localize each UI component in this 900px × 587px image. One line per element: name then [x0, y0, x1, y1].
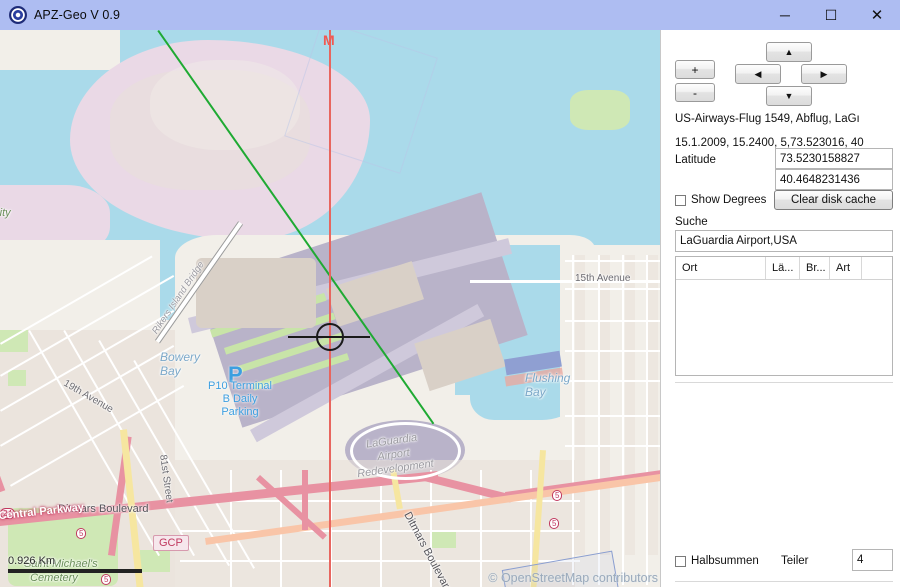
map-label-security: rity — [0, 207, 11, 219]
halbsummen-box[interactable] — [675, 555, 686, 567]
teiler-label: Teiler — [781, 555, 809, 567]
close-button[interactable]: ✕ — [854, 0, 900, 30]
results-col-ort[interactable]: Ort — [676, 257, 766, 279]
pan-right-button[interactable]: ▶ — [801, 64, 847, 84]
parking-line-3: Parking — [221, 406, 259, 418]
app-window: APZ-Geo V 0.9 ─ ☐ ✕ 24 5 5 5 5 GCP Riker… — [0, 0, 900, 587]
crosshair-icon — [316, 323, 344, 351]
gcp-badge: GCP — [153, 535, 189, 551]
teiler-input[interactable]: 4 — [852, 549, 893, 571]
results-col-laenge[interactable]: Lä... — [766, 257, 800, 279]
zoom-out-button[interactable]: - — [675, 83, 715, 102]
divider-top — [675, 382, 893, 383]
results-header-row: Ort Lä... Br... Art — [676, 257, 892, 280]
search-results-table[interactable]: Ort Lä... Br... Art — [675, 256, 893, 376]
parking-line-2: B Daily — [222, 393, 258, 405]
window-title: APZ-Geo V 0.9 — [34, 8, 121, 22]
map-scale-label: 0.926 Km — [8, 555, 56, 567]
map-canvas[interactable]: 24 5 5 43 5 5 GCP Rikers Island Bridge B… — [0, 30, 660, 587]
map-attribution: © OpenStreetMap contributors — [488, 571, 658, 585]
pan-up-button[interactable]: ▲ — [766, 42, 812, 62]
results-col-extra[interactable] — [862, 257, 892, 279]
flight-info-line: US-Airways-Flug 1549, Abflug, LaGı — [675, 113, 860, 125]
map-scale-bar: 0.926 Km — [8, 555, 142, 573]
clear-disk-cache-button[interactable]: Clear disk cache — [774, 190, 893, 210]
search-input[interactable]: LaGuardia Airport,USA — [675, 230, 893, 252]
pan-left-button[interactable]: ◀ — [735, 64, 781, 84]
latitude-label: Latitude — [675, 154, 716, 166]
pan-down-button[interactable]: ▼ — [766, 86, 812, 106]
app-logo-icon — [9, 6, 27, 24]
zoom-in-button[interactable]: + — [675, 60, 715, 79]
meridian-marker-label: M — [323, 32, 335, 48]
minimize-button[interactable]: ─ — [762, 0, 808, 30]
map-scale-line — [8, 569, 142, 573]
latitude-field[interactable]: 73.5230158827 — [775, 148, 893, 169]
parking-label: P10 Terminal B Daily Parking — [195, 380, 285, 419]
divider-bottom — [675, 581, 893, 582]
parking-line-1: P10 Terminal — [208, 380, 272, 392]
show-degrees-label: Show Degrees — [691, 194, 767, 206]
show-degrees-checkbox[interactable]: Show Degrees — [675, 194, 766, 206]
halbsummen-label: Halbsummen — [691, 555, 759, 567]
navigation-pad: + - ▲ ◀ ▶ ▼ — [661, 30, 900, 106]
title-bar: APZ-Geo V 0.9 ─ ☐ ✕ — [0, 0, 900, 31]
maximize-button[interactable]: ☐ — [808, 0, 854, 30]
halbsummen-checkbox[interactable]: Halbsummen — [675, 555, 759, 567]
red-meridian-line — [329, 30, 331, 587]
results-col-art[interactable]: Art — [830, 257, 862, 279]
longitude-field[interactable]: 40.4648231436 — [775, 169, 893, 190]
control-panel: + - ▲ ◀ ▶ ▼ US-Airways-Flug 1549, Abflug… — [660, 30, 900, 587]
map-label-bowery-bay: Bowery Bay — [160, 350, 201, 378]
show-degrees-box[interactable] — [675, 194, 686, 206]
search-label: Suche — [675, 216, 708, 228]
results-col-breite[interactable]: Br... — [800, 257, 830, 279]
window-controls: ─ ☐ ✕ — [762, 0, 900, 30]
map-label-flushing-bay: Flushing Bay — [525, 371, 571, 399]
map-label-15th-avenue: 15th Avenue — [575, 273, 631, 284]
